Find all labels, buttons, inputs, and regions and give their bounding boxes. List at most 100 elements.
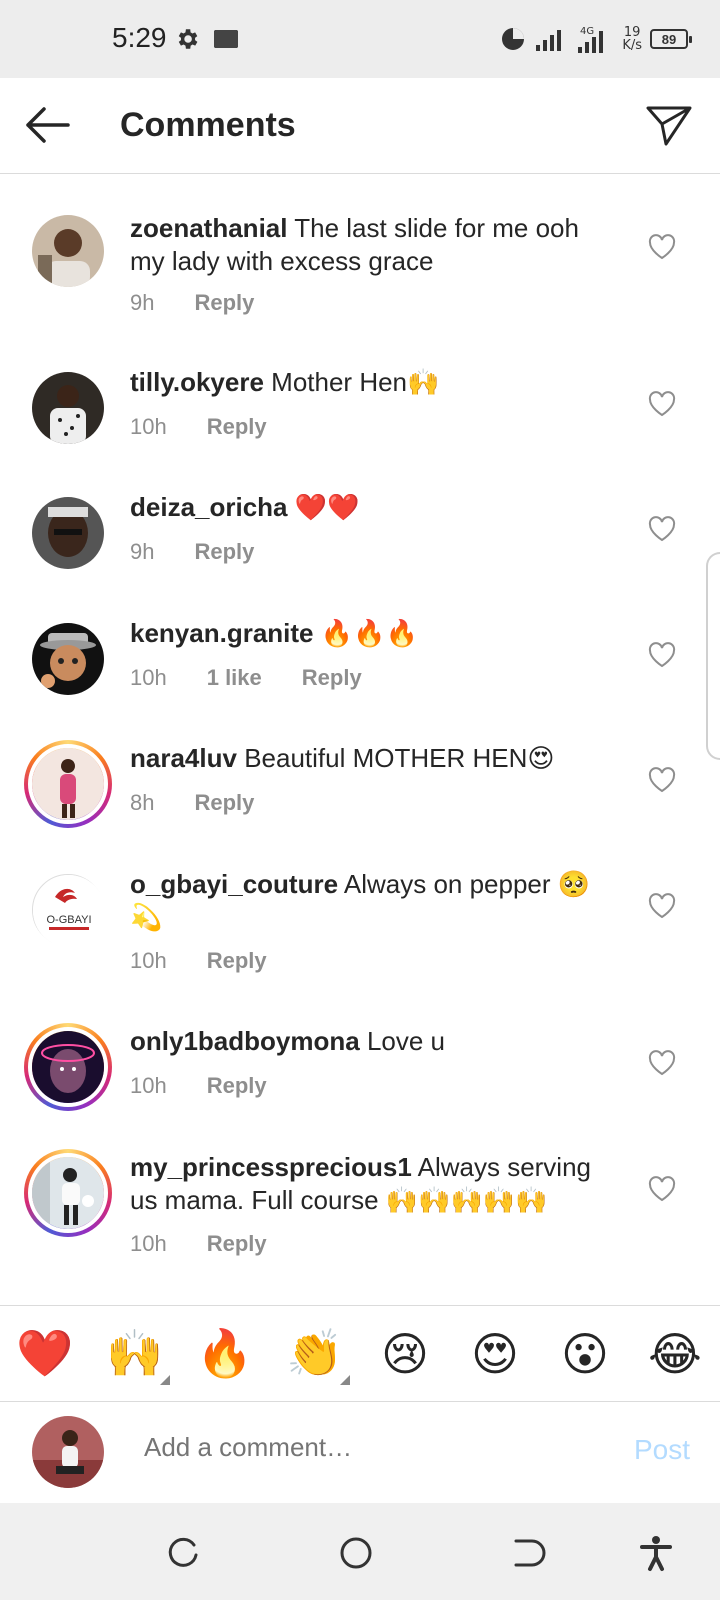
screen-cast-icon	[214, 30, 238, 48]
avatar-photo	[28, 1153, 108, 1233]
home-icon[interactable]	[336, 1533, 376, 1573]
comment-text: only1badboymona Love u	[130, 1025, 610, 1058]
comment-username[interactable]: zoenathanial	[130, 213, 287, 243]
comment-time: 10h	[130, 948, 167, 973]
battery-icon: 89	[650, 29, 692, 49]
recent-apps-icon[interactable]	[164, 1533, 204, 1573]
reply-button[interactable]: Reply	[302, 665, 362, 691]
avatar[interactable]	[32, 372, 104, 444]
comment-time: 9h	[130, 539, 155, 564]
like-heart-icon[interactable]	[648, 893, 676, 919]
reply-button[interactable]: Reply	[194, 290, 254, 316]
comment-text: o_gbayi_couture Always on pepper 🥺💫	[130, 868, 610, 934]
like-heart-icon[interactable]	[648, 1176, 676, 1202]
skin-tone-indicator-icon	[340, 1375, 350, 1385]
emoji-crying[interactable]: 😢	[374, 1327, 436, 1381]
comment-body: Beautiful MOTHER HEN😍	[244, 743, 555, 773]
like-heart-icon[interactable]	[648, 516, 676, 542]
reply-button[interactable]: Reply	[207, 414, 267, 440]
signal-icon	[536, 30, 562, 51]
avatar-photo	[32, 497, 104, 569]
comment-body: 🔥🔥🔥	[313, 618, 418, 648]
edge-panel-handle[interactable]	[706, 552, 720, 760]
emoji-raised-hands[interactable]: 🙌	[104, 1326, 170, 1385]
data-usage-icon	[502, 28, 525, 50]
comments-header: Comments	[0, 78, 720, 174]
avatar-logo: O-GBAYI	[33, 875, 105, 947]
comment-text: zoenathanial The last slide for me ooh m…	[130, 212, 610, 278]
reply-button[interactable]: Reply	[207, 948, 267, 974]
avatar[interactable]	[32, 497, 104, 569]
page-title: Comments	[120, 106, 296, 144]
comment-time: 10h	[130, 665, 167, 690]
comment-body: ❤️❤️	[294, 492, 360, 522]
comment-username[interactable]: o_gbayi_couture	[130, 869, 338, 899]
comment-meta: 10h Reply	[130, 948, 267, 974]
back-arrow-icon[interactable]	[22, 102, 72, 148]
accessibility-icon[interactable]	[636, 1533, 676, 1573]
comment-username[interactable]: kenyan.granite	[130, 618, 314, 648]
like-heart-icon[interactable]	[648, 391, 676, 417]
like-heart-icon[interactable]	[648, 767, 676, 793]
like-heart-icon[interactable]	[648, 642, 676, 668]
comment-meta: 10h Reply	[130, 1073, 267, 1099]
comment-time: 10h	[130, 1231, 167, 1256]
comment-text: nara4luv Beautiful MOTHER HEN😍	[130, 742, 610, 775]
avatar-story-ring[interactable]	[24, 1149, 112, 1237]
comment-composer: Post	[0, 1401, 720, 1501]
emoji-clap[interactable]: 👏	[284, 1326, 350, 1385]
emoji-surprised[interactable]: 😮	[554, 1327, 616, 1381]
emoji-laughing[interactable]: 😂	[644, 1327, 706, 1381]
comment-username[interactable]: tilly.okyere	[130, 367, 264, 397]
system-nav-bar	[0, 1503, 720, 1600]
comment-text: my_princessprecious1 Always serving us m…	[130, 1151, 610, 1217]
comment-meta: 9h Reply	[130, 539, 254, 565]
comment-meta: 8h Reply	[130, 790, 254, 816]
comment-time: 9h	[130, 290, 155, 315]
comment-time: 8h	[130, 790, 155, 815]
like-heart-icon[interactable]	[648, 1050, 676, 1076]
emoji-fire[interactable]: 🔥	[194, 1326, 256, 1381]
current-user-avatar	[32, 1416, 104, 1488]
gear-icon	[178, 29, 198, 49]
status-time: 5:29	[112, 22, 167, 53]
comment-username[interactable]: only1badboymona	[130, 1026, 360, 1056]
avatar-photo	[32, 215, 104, 287]
logo-text: O-GBAYI	[46, 914, 91, 926]
emoji-quick-bar: ❤️ 🙌 🔥 👏 😢 😍 😮 😂	[0, 1305, 720, 1401]
avatar-photo	[32, 623, 104, 695]
comment-meta: 10h Reply	[130, 414, 267, 440]
back-nav-icon[interactable]	[508, 1533, 548, 1573]
like-count[interactable]: 1 like	[207, 665, 262, 691]
avatar[interactable]	[32, 623, 104, 695]
like-heart-icon[interactable]	[648, 234, 676, 260]
reply-button[interactable]: Reply	[207, 1073, 267, 1099]
comment-meta: 9h Reply	[130, 290, 254, 316]
comment-username[interactable]: my_princessprecious1	[130, 1152, 412, 1182]
avatar[interactable]: O-GBAYI	[32, 874, 105, 947]
comment-time: 10h	[130, 414, 167, 439]
emoji-heart[interactable]: ❤️	[14, 1326, 76, 1381]
comment-time: 10h	[130, 1073, 167, 1098]
avatar[interactable]	[32, 215, 104, 287]
avatar-story-ring[interactable]	[24, 740, 112, 828]
reply-button[interactable]: Reply	[194, 790, 254, 816]
reply-button[interactable]: Reply	[194, 539, 254, 565]
comments-list[interactable]: zoenathanial The last slide for me ooh m…	[0, 175, 720, 1305]
post-button[interactable]: Post	[634, 1434, 690, 1466]
comment-username[interactable]: deiza_oricha	[130, 492, 288, 522]
comment-body: Love u	[366, 1026, 446, 1056]
comment-input[interactable]	[144, 1432, 584, 1463]
status-indicators: 4G 19 K/s 89	[500, 22, 692, 56]
comment-meta: 10h 1 like Reply	[130, 665, 362, 691]
direct-send-icon[interactable]	[644, 100, 694, 150]
comment-username[interactable]: nara4luv	[130, 743, 237, 773]
battery-level: 89	[661, 31, 677, 47]
network-type: 4G	[580, 26, 594, 37]
reply-button[interactable]: Reply	[207, 1231, 267, 1257]
emoji-heart-eyes[interactable]: 😍	[464, 1327, 526, 1381]
comment-text: deiza_oricha ❤️❤️	[130, 491, 610, 524]
avatar-photo	[28, 1027, 108, 1107]
comment-meta: 10h Reply	[130, 1231, 267, 1257]
avatar-story-ring[interactable]	[24, 1023, 112, 1111]
